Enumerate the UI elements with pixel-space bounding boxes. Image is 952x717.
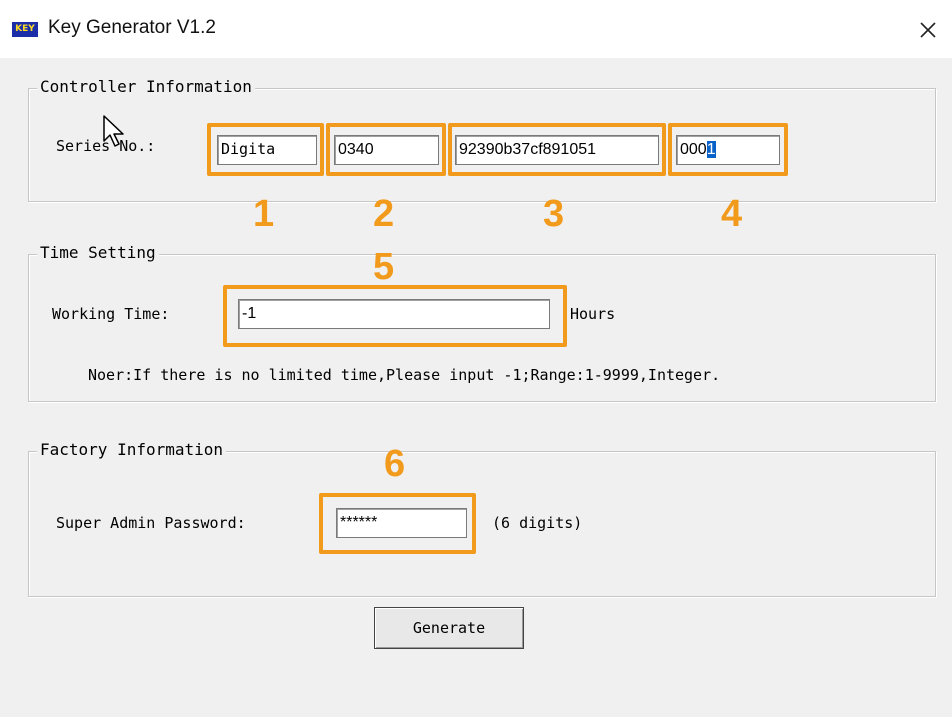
series-field-4[interactable]: 0001 bbox=[676, 135, 780, 165]
time-setting-legend: Time Setting bbox=[37, 243, 159, 262]
marker-1: 1 bbox=[253, 193, 275, 235]
marker-4: 4 bbox=[721, 193, 743, 235]
series-field-4-text: 000 bbox=[680, 141, 707, 158]
marker-6: 6 bbox=[384, 443, 406, 485]
generate-button[interactable]: Generate bbox=[374, 607, 524, 649]
time-note: Noer:If there is no limited time,Please … bbox=[88, 366, 721, 384]
password-hint: (6 digits) bbox=[492, 514, 583, 532]
title-bar: KEY Key Generator V1.2 bbox=[0, 0, 952, 58]
hours-unit-label: Hours bbox=[570, 305, 616, 323]
series-field-2[interactable]: 0340 bbox=[334, 135, 439, 165]
close-icon bbox=[920, 22, 936, 38]
super-admin-password-label: Super Admin Password: bbox=[56, 514, 246, 532]
controller-information-legend: Controller Information bbox=[37, 77, 255, 96]
series-field-4-selection: 1 bbox=[706, 141, 716, 158]
working-time-label: Working Time: bbox=[52, 305, 170, 323]
mouse-cursor-icon bbox=[102, 114, 128, 152]
window-title: Key Generator V1.2 bbox=[48, 17, 216, 38]
factory-information-legend: Factory Information bbox=[37, 440, 227, 459]
marker-3: 3 bbox=[543, 193, 565, 235]
key-app-icon: KEY bbox=[12, 22, 38, 37]
series-field-1[interactable]: Digita bbox=[217, 135, 317, 165]
close-button[interactable] bbox=[910, 12, 946, 48]
super-admin-password-input[interactable]: ****** bbox=[336, 508, 467, 538]
marker-2: 2 bbox=[373, 193, 395, 235]
series-field-3[interactable]: 92390b37cf891051 bbox=[455, 135, 659, 165]
working-time-input[interactable]: -1 bbox=[238, 299, 550, 329]
marker-5: 5 bbox=[373, 246, 395, 288]
